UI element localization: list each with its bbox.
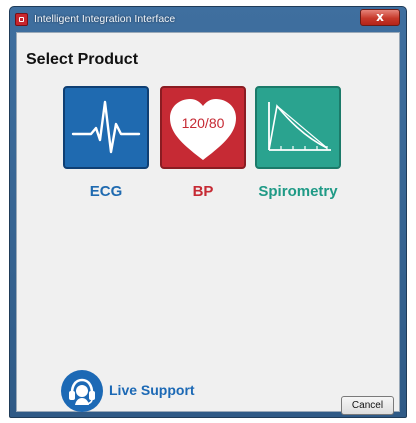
close-button[interactable]: x bbox=[360, 9, 400, 26]
app-window: Intelligent Integration Interface x Sele… bbox=[9, 6, 407, 418]
bp-product-button[interactable]: 120/80 bbox=[160, 86, 246, 169]
spirometry-product-button[interactable] bbox=[255, 86, 341, 169]
bp-label[interactable]: BP bbox=[160, 183, 246, 200]
page-title: Select Product bbox=[26, 51, 139, 68]
app-logo-icon bbox=[15, 13, 28, 26]
bp-heart-text: 120/80 bbox=[182, 115, 225, 131]
title-bar[interactable]: Intelligent Integration Interface x bbox=[10, 7, 406, 33]
spirometry-graph-icon bbox=[268, 102, 331, 151]
window-title: Intelligent Integration Interface bbox=[34, 13, 176, 25]
ecg-product-button[interactable] bbox=[63, 86, 149, 169]
cancel-button[interactable]: Cancel bbox=[341, 396, 394, 415]
live-support-label[interactable]: Live Support bbox=[109, 382, 195, 398]
dialog-content: Select Product 120/80 ECG BP Spirometry … bbox=[16, 32, 400, 415]
heart-blood-pressure-icon: 120/80 bbox=[170, 99, 236, 160]
ecg-waveform-icon bbox=[71, 100, 141, 154]
headset-icon bbox=[61, 370, 103, 412]
spirometry-label[interactable]: Spirometry bbox=[255, 183, 341, 200]
ecg-label[interactable]: ECG bbox=[63, 183, 149, 200]
